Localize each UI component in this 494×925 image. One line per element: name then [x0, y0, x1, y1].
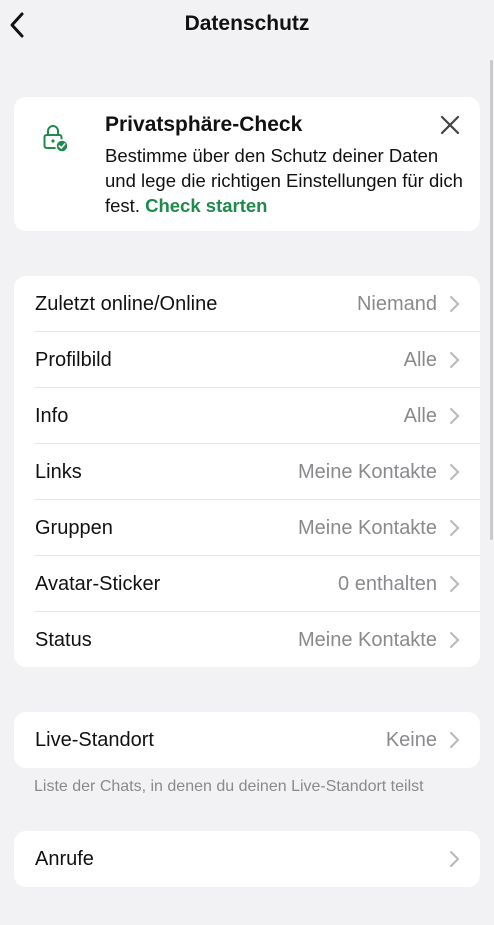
setting-value: Alle: [403, 404, 437, 427]
setting-label: Gruppen: [35, 516, 113, 539]
setting-value: 0 enthalten: [338, 572, 437, 595]
chevron-right-icon: [450, 851, 459, 867]
calls-row[interactable]: Anrufe: [14, 831, 480, 887]
setting-value: Keine: [385, 728, 437, 751]
setting-row-info[interactable]: Info Alle: [14, 388, 480, 444]
chevron-right-icon: [450, 632, 459, 648]
setting-row-status[interactable]: Status Meine Kontakte: [14, 612, 480, 667]
setting-value: Meine Kontakte: [298, 460, 437, 483]
setting-value: Meine Kontakte: [298, 516, 437, 539]
nav-bar: Datenschutz: [0, 0, 494, 50]
setting-row-calls[interactable]: Anrufe: [14, 831, 480, 887]
live-location-row[interactable]: Live-Standort Keine: [14, 712, 480, 768]
chevron-right-icon: [450, 296, 459, 312]
setting-label: Zuletzt online/Online: [35, 292, 218, 315]
setting-row-profile-photo[interactable]: Profilbild Alle: [14, 332, 480, 388]
chevron-right-icon: [450, 352, 459, 368]
privacy-check-description: Bestimme über den Schutz deiner Daten un…: [105, 143, 465, 218]
setting-label: Links: [35, 460, 82, 483]
setting-value: Niemand: [356, 292, 437, 315]
chevron-right-icon: [450, 576, 459, 592]
chevron-right-icon: [450, 464, 459, 480]
setting-label: Live-Standort: [35, 728, 154, 751]
lock-check-icon: [43, 125, 69, 153]
setting-row-groups[interactable]: Gruppen Meine Kontakte: [14, 500, 480, 556]
setting-row-links[interactable]: Links Meine Kontakte: [14, 444, 480, 500]
scrollbar[interactable]: [490, 60, 493, 540]
check-start-link[interactable]: Check starten: [145, 195, 267, 216]
setting-label: Info: [35, 404, 69, 427]
setting-row-avatar-stickers[interactable]: Avatar-Sticker 0 enthalten: [14, 556, 480, 612]
privacy-settings-list: Zuletzt online/Online Niemand Profilbild…: [14, 276, 480, 667]
setting-label: Avatar-Sticker: [35, 572, 161, 595]
live-location-footnote: Liste der Chats, in denen du deinen Live…: [34, 778, 424, 795]
privacy-check-card[interactable]: Privatsphäre-Check Bestimme über den Sch…: [14, 97, 480, 231]
chevron-right-icon: [450, 732, 459, 748]
close-icon: [440, 115, 460, 135]
setting-value: Meine Kontakte: [298, 628, 437, 651]
chevron-right-icon: [450, 408, 459, 424]
page-title: Datenschutz: [184, 12, 310, 35]
setting-label: Profilbild: [35, 348, 112, 371]
setting-value: Alle: [403, 348, 437, 371]
chevron-right-icon: [450, 520, 459, 536]
privacy-check-title: Privatsphäre-Check: [105, 113, 303, 136]
setting-label: Anrufe: [35, 847, 94, 870]
setting-row-last-seen[interactable]: Zuletzt online/Online Niemand: [14, 276, 480, 332]
setting-label: Status: [35, 628, 92, 651]
setting-row-live-location[interactable]: Live-Standort Keine: [14, 712, 480, 768]
close-button[interactable]: [438, 113, 462, 137]
